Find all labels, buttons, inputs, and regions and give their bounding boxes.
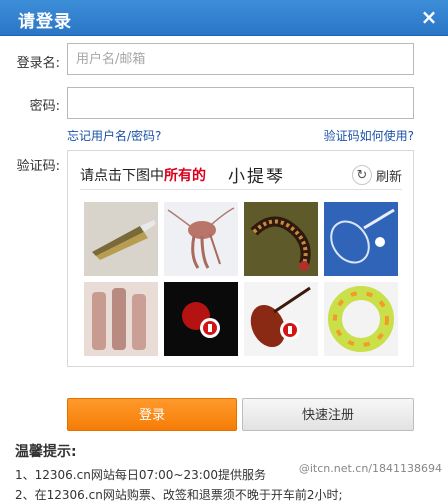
red-light-logo-image: [164, 282, 238, 356]
captcha-tile-shrimp[interactable]: [164, 202, 238, 276]
forgot-password-link[interactable]: 忘记用户名/密码?: [67, 127, 161, 144]
tip-item-1: 1、12306.cn网站每日07:00~23:00提供服务: [15, 468, 267, 482]
username-label: 登录名:: [16, 56, 60, 71]
captcha-prompt-highlight: 所有的: [164, 168, 206, 184]
violin-image: [244, 282, 318, 356]
dialog-titlebar: 请登录 ×: [0, 0, 448, 36]
tips-title: 温馨提示:: [15, 444, 77, 460]
quick-register-button[interactable]: 快速注册: [242, 398, 414, 431]
captcha-tile-violin[interactable]: [244, 282, 318, 356]
username-input[interactable]: [67, 43, 414, 75]
captcha-prompt: 请点击下图中所有的: [80, 165, 206, 185]
badminton-racket-image: [324, 202, 398, 276]
captcha-tile-tweezers[interactable]: [84, 202, 158, 276]
watermark: @itcn.net.cn/1841138694: [298, 462, 442, 475]
password-input[interactable]: [67, 87, 414, 119]
tip-item-2: 2、在12306.cn网站购票、改签和退票须不晚于开车前2小时;: [15, 488, 343, 502]
captcha-tile-badminton-racket[interactable]: [324, 202, 398, 276]
dialog-title: 请登录: [18, 12, 72, 32]
centipede-image: [244, 202, 318, 276]
login-button[interactable]: 登录: [67, 398, 237, 431]
captcha-header: 请点击下图中所有的 小提琴 ↻ 刷新: [80, 160, 402, 190]
dried-fish-image: [84, 282, 158, 356]
captcha-label: 验证码:: [16, 159, 60, 174]
captcha-target-word: 小提琴: [228, 167, 285, 187]
refresh-icon[interactable]: ↻: [351, 165, 372, 185]
captcha-help-link[interactable]: 验证码如何使用?: [324, 127, 414, 144]
captcha-tile-centipede[interactable]: [244, 202, 318, 276]
captcha-tile-red-light-logo[interactable]: [164, 282, 238, 356]
shrimp-image: [164, 202, 238, 276]
captcha-panel: 请点击下图中所有的 小提琴 ↻ 刷新: [67, 150, 414, 367]
captcha-refresh-button[interactable]: ↻ 刷新: [351, 164, 402, 186]
captcha-image-grid: [84, 202, 400, 356]
password-label: 密码:: [29, 99, 60, 114]
captcha-tile-dried-fish[interactable]: [84, 282, 158, 356]
tweezers-image: [84, 202, 158, 276]
captcha-tile-swim-ring[interactable]: [324, 282, 398, 356]
captcha-prompt-prefix: 请点击下图中: [80, 168, 164, 184]
swim-ring-image: [324, 282, 398, 356]
refresh-label[interactable]: 刷新: [376, 166, 402, 185]
close-icon[interactable]: ×: [418, 6, 440, 28]
